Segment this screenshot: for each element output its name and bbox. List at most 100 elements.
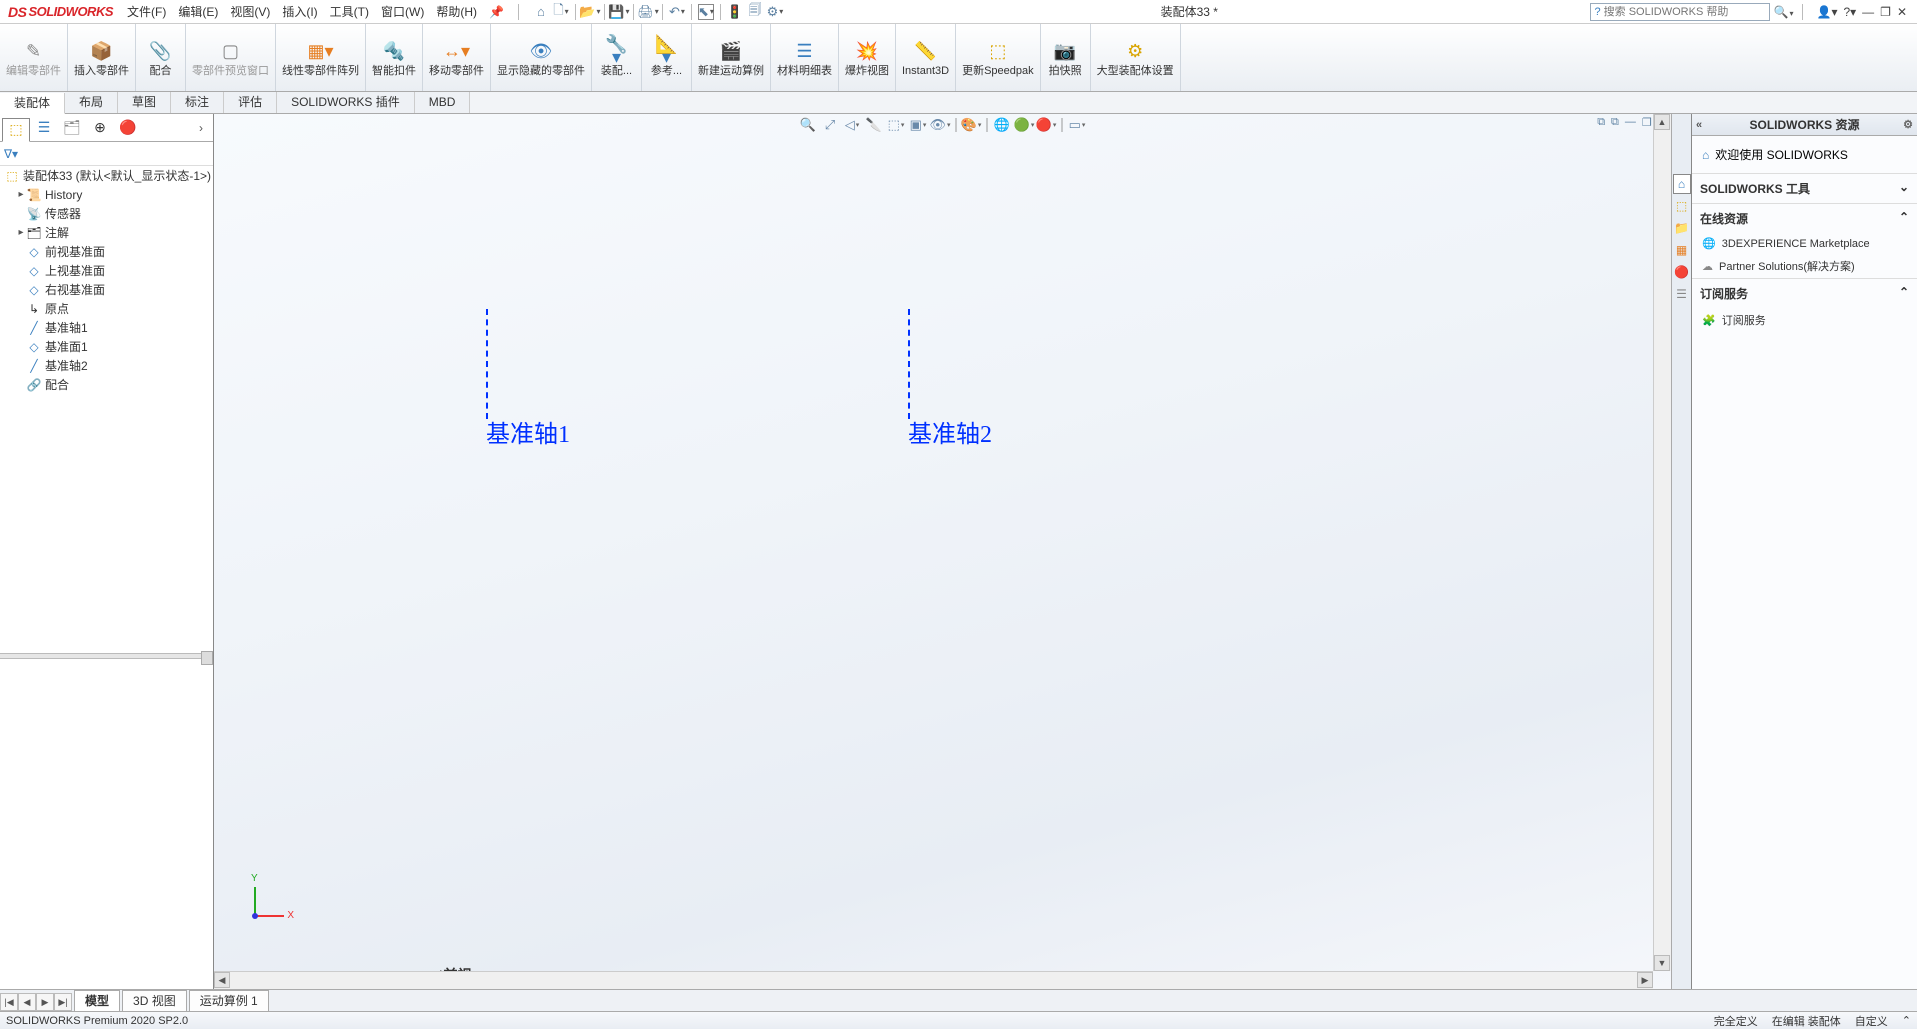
hscroll-right-icon[interactable]: ▶: [1637, 972, 1653, 988]
undo-icon[interactable]: ↶: [669, 4, 685, 20]
graphics-viewport[interactable]: 🔍 ⤢ ◁ 🔪 ⬚ ▣ 👁 🎨 🌐 🟢 🔴 ▭ ⧉ ⧉ — ❐ ✕ 基准轴1 基…: [214, 114, 1671, 989]
hscroll-left-icon[interactable]: ◀: [214, 972, 230, 988]
vp-popout2-icon[interactable]: ⧉: [1611, 116, 1619, 129]
vp-minimize-icon[interactable]: —: [1625, 116, 1636, 129]
view-orient-icon[interactable]: ⬚: [887, 116, 905, 134]
tree-right-plane[interactable]: ◇右视基准面: [0, 280, 213, 299]
tp-tab-appearance-icon[interactable]: 🔴: [1673, 262, 1691, 282]
tp-sub-service[interactable]: 🧩订阅服务: [1692, 308, 1917, 332]
search-button[interactable]: 🔍: [1774, 5, 1794, 19]
axis1-line[interactable]: [486, 309, 488, 419]
restore-icon[interactable]: ❐: [1880, 5, 1891, 19]
close-icon[interactable]: ✕: [1897, 5, 1907, 19]
tp-settings-icon[interactable]: ⚙: [1903, 118, 1913, 131]
btab-prev-icon[interactable]: ◀: [18, 993, 36, 1011]
user-icon[interactable]: 👤▾: [1817, 5, 1838, 19]
tp-online-marketplace[interactable]: 🌐3DEXPERIENCE Marketplace: [1692, 233, 1917, 254]
help2-icon[interactable]: ?▾: [1843, 5, 1856, 19]
filter-icon[interactable]: ∇▾: [4, 147, 18, 161]
tab-sketch[interactable]: 草图: [118, 92, 171, 113]
section-icon[interactable]: 🔪: [865, 116, 883, 134]
menu-file[interactable]: 文件(F): [121, 0, 172, 24]
tree-root[interactable]: ⬚ 装配体33 (默认<默认_显示状态-1>): [0, 166, 213, 185]
vscroll-down-icon[interactable]: ▼: [1654, 955, 1670, 971]
menu-help[interactable]: 帮助(H): [430, 0, 483, 24]
fm-tab-property-icon[interactable]: ☰: [30, 116, 58, 140]
tab-evaluate[interactable]: 评估: [224, 92, 277, 113]
scene-icon[interactable]: 🌐: [993, 116, 1011, 134]
axis2-line[interactable]: [908, 309, 910, 419]
select-icon[interactable]: ⬉: [698, 4, 714, 20]
tp-sub-header[interactable]: 订阅服务⌃: [1692, 278, 1917, 308]
tree-history[interactable]: ▸📜History: [0, 185, 213, 204]
tp-online-partner[interactable]: ☁Partner Solutions(解决方案): [1692, 254, 1917, 278]
menu-tools[interactable]: 工具(T): [324, 0, 375, 24]
tp-online-header[interactable]: 在线资源⌃: [1692, 203, 1917, 233]
tree-mates[interactable]: 🔗配合: [0, 375, 213, 394]
save-icon[interactable]: 💾: [611, 4, 627, 20]
tree-front-plane[interactable]: ◇前视基准面: [0, 242, 213, 261]
status-chevron-icon[interactable]: ⌃: [1902, 1014, 1911, 1027]
tp-tab-file-icon[interactable]: 📁: [1673, 218, 1691, 238]
menu-window[interactable]: 窗口(W): [375, 0, 430, 24]
btab-last-icon[interactable]: ▶|: [54, 993, 72, 1011]
tab-assembly[interactable]: 装配体: [0, 93, 65, 114]
ribbon-reference[interactable]: 📐▾参考...: [642, 24, 692, 91]
zoom-fit-icon[interactable]: 🔍: [799, 116, 817, 134]
display-style-icon[interactable]: ▣: [909, 116, 927, 134]
btab-motion[interactable]: 运动算例 1: [189, 990, 269, 1011]
tab-annotate[interactable]: 标注: [171, 92, 224, 113]
search-input[interactable]: [1604, 6, 1765, 18]
tree-plane1[interactable]: ◇基准面1: [0, 337, 213, 356]
ribbon-insert-component[interactable]: 📦插入零部件: [68, 24, 136, 91]
tp-tab-home-icon[interactable]: ⌂: [1673, 174, 1691, 194]
ribbon-speedpak[interactable]: ⬚更新Speedpak: [956, 24, 1041, 91]
view-triad[interactable]: [242, 879, 292, 929]
tab-addins[interactable]: SOLIDWORKS 插件: [277, 92, 415, 113]
vp-restore-icon[interactable]: ❐: [1642, 116, 1652, 129]
file-props-icon[interactable]: 🗐: [747, 4, 763, 20]
fm-tab-display-icon[interactable]: 🔴: [114, 116, 142, 140]
tp-tab-view-icon[interactable]: ▦: [1673, 240, 1691, 260]
print-icon[interactable]: 🖨: [640, 4, 656, 20]
render-icon[interactable]: 🟢: [1015, 116, 1033, 134]
btab-next-icon[interactable]: ▶: [36, 993, 54, 1011]
vscroll-up-icon[interactable]: ▲: [1654, 114, 1670, 130]
axis2-label[interactable]: 基准轴2: [908, 414, 992, 449]
minimize-icon[interactable]: —: [1862, 5, 1874, 19]
status-custom[interactable]: 自定义: [1855, 1013, 1888, 1029]
menu-view[interactable]: 视图(V): [224, 0, 276, 24]
appearance-icon[interactable]: 🎨: [962, 116, 980, 134]
tab-layout[interactable]: 布局: [65, 92, 118, 113]
view-settings-icon[interactable]: 🔴: [1037, 116, 1055, 134]
tree-annotations[interactable]: ▸🗂注解: [0, 223, 213, 242]
ribbon-linear-pattern[interactable]: ▦▾线性零部件阵列: [276, 24, 366, 91]
rebuild-icon[interactable]: 🚦: [727, 4, 743, 20]
ribbon-smart-fastener[interactable]: 🔩智能扣件: [366, 24, 423, 91]
ribbon-show-hide[interactable]: 👁显示隐藏的零部件: [491, 24, 592, 91]
tree-axis1[interactable]: ╱基准轴1: [0, 318, 213, 337]
ribbon-instant3d[interactable]: 📏Instant3D: [896, 24, 956, 91]
viewport-layout-icon[interactable]: ▭: [1068, 116, 1086, 134]
tp-collapse-icon[interactable]: «: [1696, 119, 1702, 131]
hide-show-icon[interactable]: 👁: [931, 116, 949, 134]
tab-mbd[interactable]: MBD: [415, 92, 471, 113]
axis1-label[interactable]: 基准轴1: [486, 414, 570, 449]
ribbon-new-motion[interactable]: 🎬新建运动算例: [692, 24, 771, 91]
ribbon-large-assembly[interactable]: ⚙大型装配体设置: [1091, 24, 1181, 91]
fm-tab-tree-icon[interactable]: ⬚: [2, 118, 30, 142]
btab-3dview[interactable]: 3D 视图: [122, 990, 187, 1011]
ribbon-assembly-features[interactable]: 🔧▾装配...: [592, 24, 642, 91]
fm-tab-dim-icon[interactable]: ⊕: [86, 116, 114, 140]
ribbon-mate[interactable]: 📎配合: [136, 24, 186, 91]
tp-tab-custom-icon[interactable]: ☰: [1673, 284, 1691, 304]
fm-collapse-icon[interactable]: ›: [191, 121, 211, 135]
tp-tools-header[interactable]: SOLIDWORKS 工具⌄: [1692, 173, 1917, 203]
open-icon[interactable]: 📂: [582, 4, 598, 20]
prev-view-icon[interactable]: ◁: [843, 116, 861, 134]
btab-first-icon[interactable]: |◀: [0, 993, 18, 1011]
zoom-area-icon[interactable]: ⤢: [821, 116, 839, 134]
viewport-vscroll[interactable]: ▲ ▼: [1653, 114, 1671, 971]
btab-model[interactable]: 模型: [74, 990, 120, 1011]
tp-welcome[interactable]: ⌂ 欢迎使用 SOLIDWORKS: [1692, 136, 1917, 173]
